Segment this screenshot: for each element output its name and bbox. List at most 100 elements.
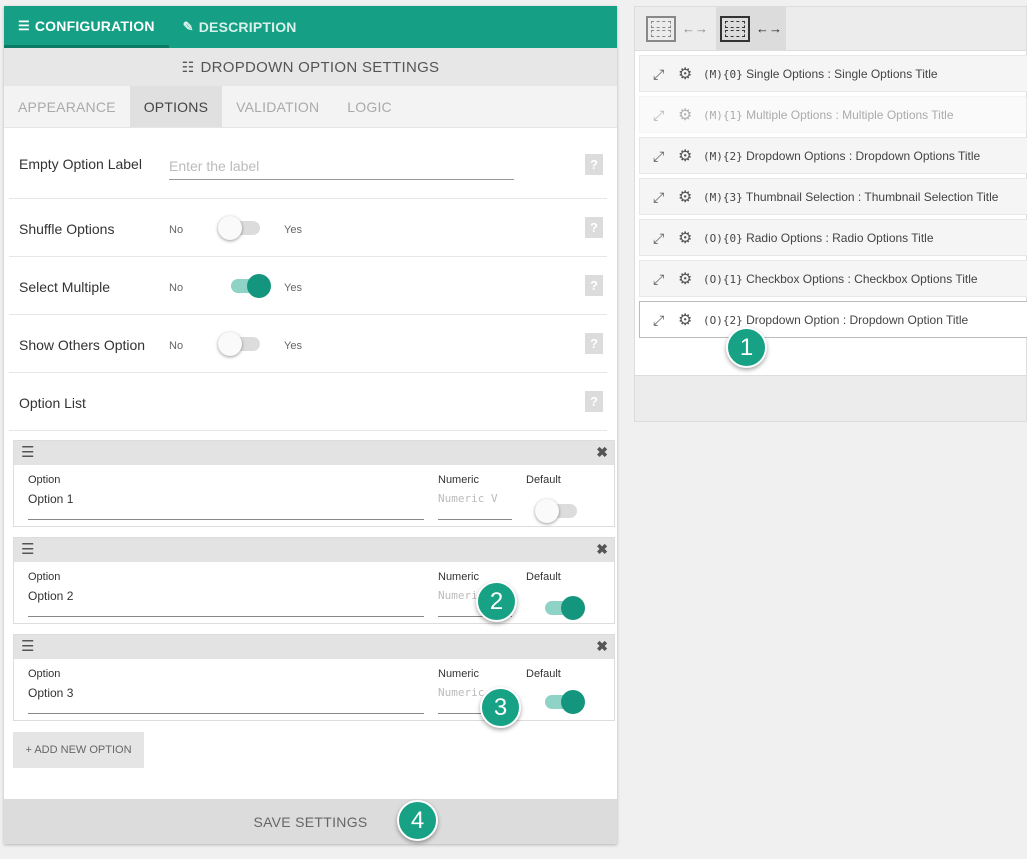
tab-validation[interactable]: VALIDATION xyxy=(222,86,333,127)
callout-badge: 4 xyxy=(397,800,438,841)
layout-icon xyxy=(646,15,676,42)
gear-icon[interactable]: ⚙ xyxy=(678,228,692,248)
setting-label: Empty Option Label xyxy=(19,156,142,172)
gear-icon[interactable]: ⚙ xyxy=(678,310,692,330)
form-item-text: Multiple Options : Multiple Options Titl… xyxy=(746,108,954,122)
tab-appearance[interactable]: APPEARANCE xyxy=(4,86,130,127)
gear-icon[interactable]: ⚙ xyxy=(678,64,692,84)
form-item-label: (M){3} Thumbnail Selection : Thumbnail S… xyxy=(703,190,998,204)
form-item[interactable]: ⤢ ⚙ (O){1} Checkbox Options : Checkbox O… xyxy=(639,260,1027,297)
default-column-label: Default xyxy=(526,571,561,583)
form-item[interactable]: ⤢ ⚙ (M){1} Multiple Options : Multiple O… xyxy=(639,96,1027,133)
close-icon[interactable]: ✖ xyxy=(596,638,608,655)
list-icon: ☰ xyxy=(18,17,30,33)
form-item-label: (O){1} Checkbox Options : Checkbox Optio… xyxy=(703,272,978,286)
help-icon[interactable]: ? xyxy=(585,217,603,238)
form-item-code: (M){0} xyxy=(703,68,743,81)
expand-icon[interactable]: ⤢ xyxy=(653,271,664,288)
help-icon[interactable]: ? xyxy=(585,154,603,175)
layout-wide-button[interactable]: ←→ xyxy=(716,7,786,50)
form-item-label: (M){0} Single Options : Single Options T… xyxy=(703,67,938,81)
help-icon[interactable]: ? xyxy=(585,333,603,354)
tab-logic[interactable]: LOGIC xyxy=(333,86,406,127)
show-others-option-toggle[interactable] xyxy=(218,332,262,356)
numeric-value-input[interactable]: Numeric V xyxy=(438,492,512,520)
setting-label: Select Multiple xyxy=(19,279,111,295)
close-icon[interactable]: ✖ xyxy=(596,444,608,461)
option-value-input[interactable]: Option 1 xyxy=(28,492,424,520)
option-value-input[interactable]: Option 2 xyxy=(28,589,424,617)
section-title: ☷ DROPDOWN OPTION SETTINGS xyxy=(4,48,617,86)
option-card: ☰ ✖ Option Numeric Default Option 1 Nume… xyxy=(13,440,615,527)
setting-label: Show Others Option xyxy=(19,337,146,353)
form-item-code: (O){0} xyxy=(703,232,743,245)
expand-icon[interactable]: ⤢ xyxy=(653,66,664,83)
expand-icon[interactable]: ⤢ xyxy=(653,230,664,247)
select-multiple-toggle[interactable] xyxy=(227,274,271,298)
toggle-yes-label: Yes xyxy=(284,282,302,294)
gear-icon[interactable]: ⚙ xyxy=(678,269,692,289)
form-item[interactable]: ⤢ ⚙ (M){2} Dropdown Options : Dropdown O… xyxy=(639,137,1027,174)
expand-icon[interactable]: ⤢ xyxy=(653,148,664,165)
default-toggle[interactable] xyxy=(541,690,585,714)
form-item-text: Dropdown Option : Dropdown Option Title xyxy=(746,313,969,327)
setting-shuffle-options: Shuffle Options No Yes ? xyxy=(9,199,607,257)
shuffle-options-toggle[interactable] xyxy=(218,216,262,240)
default-toggle[interactable] xyxy=(535,499,579,523)
form-item-selected[interactable]: ⤢ ⚙ (O){2} Dropdown Option : Dropdown Op… xyxy=(639,301,1027,338)
form-item[interactable]: ⤢ ⚙ (O){0} Radio Options : Radio Options… xyxy=(639,219,1027,256)
gear-icon[interactable]: ⚙ xyxy=(678,105,692,125)
toggle-yes-label: Yes xyxy=(284,224,302,236)
setting-empty-option-label: Empty Option Label Enter the label ? xyxy=(9,128,607,199)
tab-options[interactable]: OPTIONS xyxy=(129,86,223,127)
toggle-knob xyxy=(535,499,559,523)
toggle-knob xyxy=(218,332,242,356)
sliders-icon: ☷ xyxy=(181,58,195,75)
form-item-label: (M){2} Dropdown Options : Dropdown Optio… xyxy=(703,149,980,163)
default-toggle[interactable] xyxy=(541,596,585,620)
option-column-label: Option xyxy=(28,668,61,680)
form-item-code: (O){2} xyxy=(703,314,743,327)
drag-handle-icon[interactable]: ☰ xyxy=(21,445,34,460)
expand-icon[interactable]: ⤢ xyxy=(653,107,664,124)
arrows-horizontal-icon: ←→ xyxy=(682,21,708,36)
arrows-horizontal-icon: ←→ xyxy=(756,21,782,36)
sub-tab-bar: APPEARANCE OPTIONS VALIDATION LOGIC xyxy=(4,86,617,128)
toggle-no-label: No xyxy=(169,224,184,236)
form-structure-footer xyxy=(635,375,1026,421)
tab-configuration[interactable]: ☰ CONFIGURATION xyxy=(4,6,169,48)
drag-handle-icon[interactable]: ☰ xyxy=(21,542,34,557)
form-item-code: (O){1} xyxy=(703,273,743,286)
drag-handle-icon[interactable]: ☰ xyxy=(21,639,34,654)
toggle-knob xyxy=(561,690,585,714)
close-icon[interactable]: ✖ xyxy=(596,541,608,558)
option-card-header: ☰ ✖ xyxy=(14,538,614,562)
section-title-text: DROPDOWN OPTION SETTINGS xyxy=(200,58,440,76)
option-value-input[interactable]: Option 3 xyxy=(28,686,424,714)
callout-badge: 1 xyxy=(726,327,767,368)
form-item-label: (O){2} Dropdown Option : Dropdown Option… xyxy=(703,313,968,327)
form-item[interactable]: ⤢ ⚙ (M){0} Single Options : Single Optio… xyxy=(639,55,1027,92)
form-item-text: Checkbox Options : Checkbox Options Titl… xyxy=(746,272,978,286)
layout-compact-button[interactable]: ←→ xyxy=(642,7,712,50)
numeric-column-label: Numeric xyxy=(438,474,479,486)
toggle-no-label: No xyxy=(169,340,184,352)
help-icon[interactable]: ? xyxy=(585,275,603,296)
tab-description[interactable]: ✎ DESCRIPTION xyxy=(169,6,311,48)
option-column-label: Option xyxy=(28,474,61,486)
default-column-label: Default xyxy=(526,474,561,486)
toggle-no-label: No xyxy=(169,282,184,294)
help-icon[interactable]: ? xyxy=(585,391,603,412)
gear-icon[interactable]: ⚙ xyxy=(678,146,692,166)
add-new-option-button[interactable]: + ADD NEW OPTION xyxy=(13,732,144,768)
empty-option-label-input[interactable]: Enter the label xyxy=(169,158,514,180)
expand-icon[interactable]: ⤢ xyxy=(653,189,664,206)
expand-icon[interactable]: ⤢ xyxy=(653,312,664,329)
form-item-code: (M){2} xyxy=(703,150,743,163)
save-settings-button[interactable]: SAVE SETTINGS xyxy=(4,799,617,844)
gear-icon[interactable]: ⚙ xyxy=(678,187,692,207)
callout-badge: 2 xyxy=(476,581,517,622)
numeric-column-label: Numeric xyxy=(438,571,479,583)
form-item[interactable]: ⤢ ⚙ (M){3} Thumbnail Selection : Thumbna… xyxy=(639,178,1027,215)
form-item-text: Single Options : Single Options Title xyxy=(746,67,938,81)
